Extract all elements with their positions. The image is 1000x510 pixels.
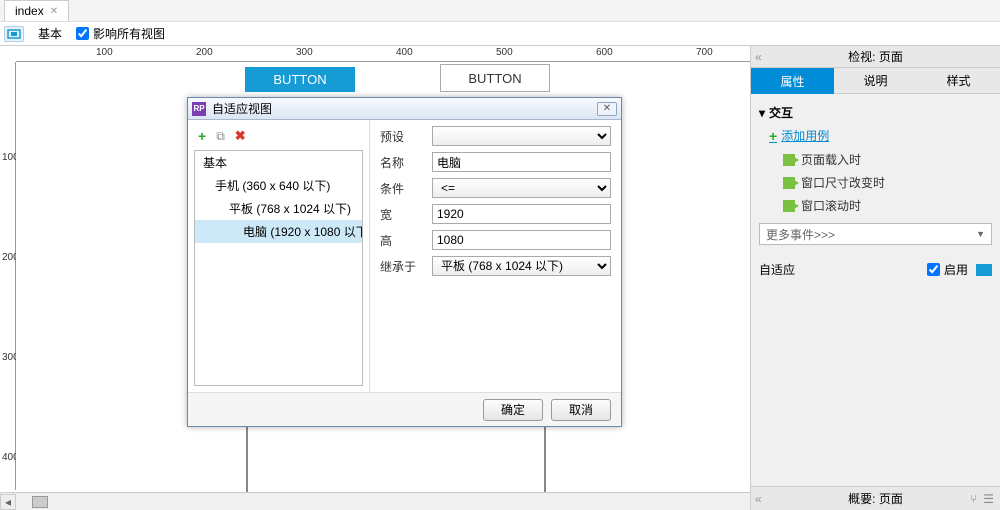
ruler-tick: 200 — [196, 47, 213, 58]
affect-all-label: 影响所有视图 — [93, 25, 165, 42]
plus-icon: + — [769, 128, 777, 144]
dialog-footer: 确定 取消 — [188, 392, 621, 426]
app-logo-icon: RP — [192, 102, 206, 116]
event-label: 页面载入时 — [801, 151, 861, 168]
ruler-tick: 600 — [596, 47, 613, 58]
event-window-resize[interactable]: 窗口尺寸改变时 — [759, 171, 992, 194]
tab-properties[interactable]: 属性 — [751, 68, 834, 94]
name-input[interactable] — [432, 152, 611, 172]
preset-label: 预设 — [380, 128, 432, 145]
adaptive-icon[interactable] — [976, 264, 992, 276]
tree-toolbar: + ⧉ ✖ — [194, 126, 363, 150]
add-view-button[interactable]: + — [198, 128, 206, 144]
collapse-icon[interactable]: « — [755, 50, 762, 64]
viewport-icon[interactable] — [4, 26, 24, 42]
settings-icon[interactable]: ☰ — [983, 492, 994, 506]
tree-node-tablet[interactable]: 平板 (768 x 1024 以下) — [195, 197, 362, 220]
event-icon — [783, 177, 795, 189]
tab-notes[interactable]: 说明 — [834, 68, 917, 94]
duplicate-view-button[interactable]: ⧉ — [216, 129, 225, 144]
chevron-down-icon: ▼ — [976, 229, 985, 239]
add-case-link[interactable]: + 添加用例 — [759, 123, 992, 148]
event-window-scroll[interactable]: 窗口滚动时 — [759, 194, 992, 217]
width-label: 宽 — [380, 206, 432, 223]
tree-node-desktop[interactable]: 电脑 (1920 x 1080 以下) — [195, 220, 362, 243]
inspector-tabs: 属性 说明 样式 — [751, 68, 1000, 94]
close-icon[interactable]: ✕ — [50, 6, 58, 17]
ruler-tick: 100 — [96, 47, 113, 58]
condition-select[interactable]: <= — [432, 178, 611, 198]
collapse-icon[interactable]: « — [755, 492, 762, 506]
delete-view-button[interactable]: ✖ — [235, 128, 246, 144]
condition-label: 条件 — [380, 180, 432, 197]
inherit-select[interactable]: 平板 (768 x 1024 以下) — [432, 256, 611, 276]
dialog-close-button[interactable]: ✕ — [597, 102, 617, 116]
filter-icon[interactable]: ⑂ — [970, 492, 977, 506]
adaptive-views-dialog: RP 自适应视图 ✕ + ⧉ ✖ 基本 手机 (360 x 640 以下) 平板… — [187, 97, 622, 427]
dialog-left-pane: + ⧉ ✖ 基本 手机 (360 x 640 以下) 平板 (768 x 102… — [188, 120, 370, 392]
name-label: 名称 — [380, 154, 432, 171]
event-label: 窗口尺寸改变时 — [801, 174, 885, 191]
cancel-button[interactable]: 取消 — [551, 399, 611, 421]
inspector-body: ▾ 交互 + 添加用例 页面载入时 窗口尺寸改变时 窗口滚动时 更多事件>>> … — [751, 94, 1000, 486]
dialog-titlebar[interactable]: RP 自适应视图 ✕ — [188, 98, 621, 120]
inspector-title: 检视: 页面 — [848, 48, 903, 65]
outline-header[interactable]: « 概要: 页面 ⑂ ☰ — [751, 486, 1000, 510]
inherit-label: 继承于 — [380, 258, 432, 275]
adaptive-label: 自适应 — [759, 261, 795, 278]
document-tabs: index ✕ — [0, 0, 1000, 22]
enable-input[interactable] — [927, 263, 940, 276]
chevron-down-icon: ▾ — [759, 106, 765, 120]
height-label: 高 — [380, 232, 432, 249]
basic-view-label[interactable]: 基本 — [32, 23, 68, 44]
views-tree[interactable]: 基本 手机 (360 x 640 以下) 平板 (768 x 1024 以下) … — [194, 150, 363, 386]
ok-button[interactable]: 确定 — [483, 399, 543, 421]
ruler-tick: 700 — [696, 47, 713, 58]
widget-envelope[interactable] — [246, 417, 546, 502]
outline-tools: ⑂ ☰ — [970, 492, 994, 506]
tree-node-base[interactable]: 基本 — [195, 151, 362, 174]
adaptive-toolbar: 基本 影响所有视图 — [0, 22, 1000, 46]
dialog-body: + ⧉ ✖ 基本 手机 (360 x 640 以下) 平板 (768 x 102… — [188, 120, 621, 392]
outline-title: 概要: 页面 — [848, 490, 903, 507]
ruler-tick: 300 — [296, 47, 313, 58]
dialog-title: 自适应视图 — [212, 100, 272, 117]
scroll-thumb[interactable] — [32, 496, 48, 508]
ruler-vertical: 100 200 300 400 — [0, 62, 16, 490]
ruler-tick: 400 — [396, 47, 413, 58]
scroll-left-icon[interactable]: ◂ — [0, 494, 16, 510]
section-label: 交互 — [769, 104, 793, 121]
affect-all-checkbox[interactable]: 影响所有视图 — [76, 25, 165, 42]
width-input[interactable] — [432, 204, 611, 224]
more-events-label: 更多事件>>> — [766, 226, 835, 243]
preset-select[interactable] — [432, 126, 611, 146]
widget-button-2[interactable]: BUTTON — [440, 64, 550, 92]
enable-adaptive-checkbox[interactable]: 启用 — [927, 261, 992, 278]
affect-all-input[interactable] — [76, 27, 89, 40]
adaptive-row: 自适应 启用 — [759, 259, 992, 280]
inspector-panel: « 检视: 页面 属性 说明 样式 ▾ 交互 + 添加用例 页面载入时 窗口尺寸… — [750, 46, 1000, 510]
event-icon — [783, 154, 795, 166]
event-page-load[interactable]: 页面载入时 — [759, 148, 992, 171]
ruler-horizontal: 100 200 300 400 500 600 700 800 — [16, 46, 750, 62]
tab-index[interactable]: index ✕ — [4, 0, 69, 21]
tab-label: index — [15, 4, 44, 18]
horizontal-scrollbar[interactable]: ◂ — [0, 492, 750, 510]
more-events-dropdown[interactable]: 更多事件>>> ▼ — [759, 223, 992, 245]
widget-button-1[interactable]: BUTTON — [245, 67, 355, 92]
add-case-label: 添加用例 — [781, 127, 829, 144]
ruler-tick: 500 — [496, 47, 513, 58]
tree-node-phone[interactable]: 手机 (360 x 640 以下) — [195, 174, 362, 197]
dialog-form: 预设 名称 条件<= 宽 高 继承于平板 (768 x 1024 以下) — [370, 120, 621, 392]
height-input[interactable] — [432, 230, 611, 250]
event-icon — [783, 200, 795, 212]
inspector-header: « 检视: 页面 — [751, 46, 1000, 68]
tab-style[interactable]: 样式 — [917, 68, 1000, 94]
event-label: 窗口滚动时 — [801, 197, 861, 214]
section-interaction[interactable]: ▾ 交互 — [759, 102, 992, 123]
enable-label: 启用 — [944, 261, 968, 278]
